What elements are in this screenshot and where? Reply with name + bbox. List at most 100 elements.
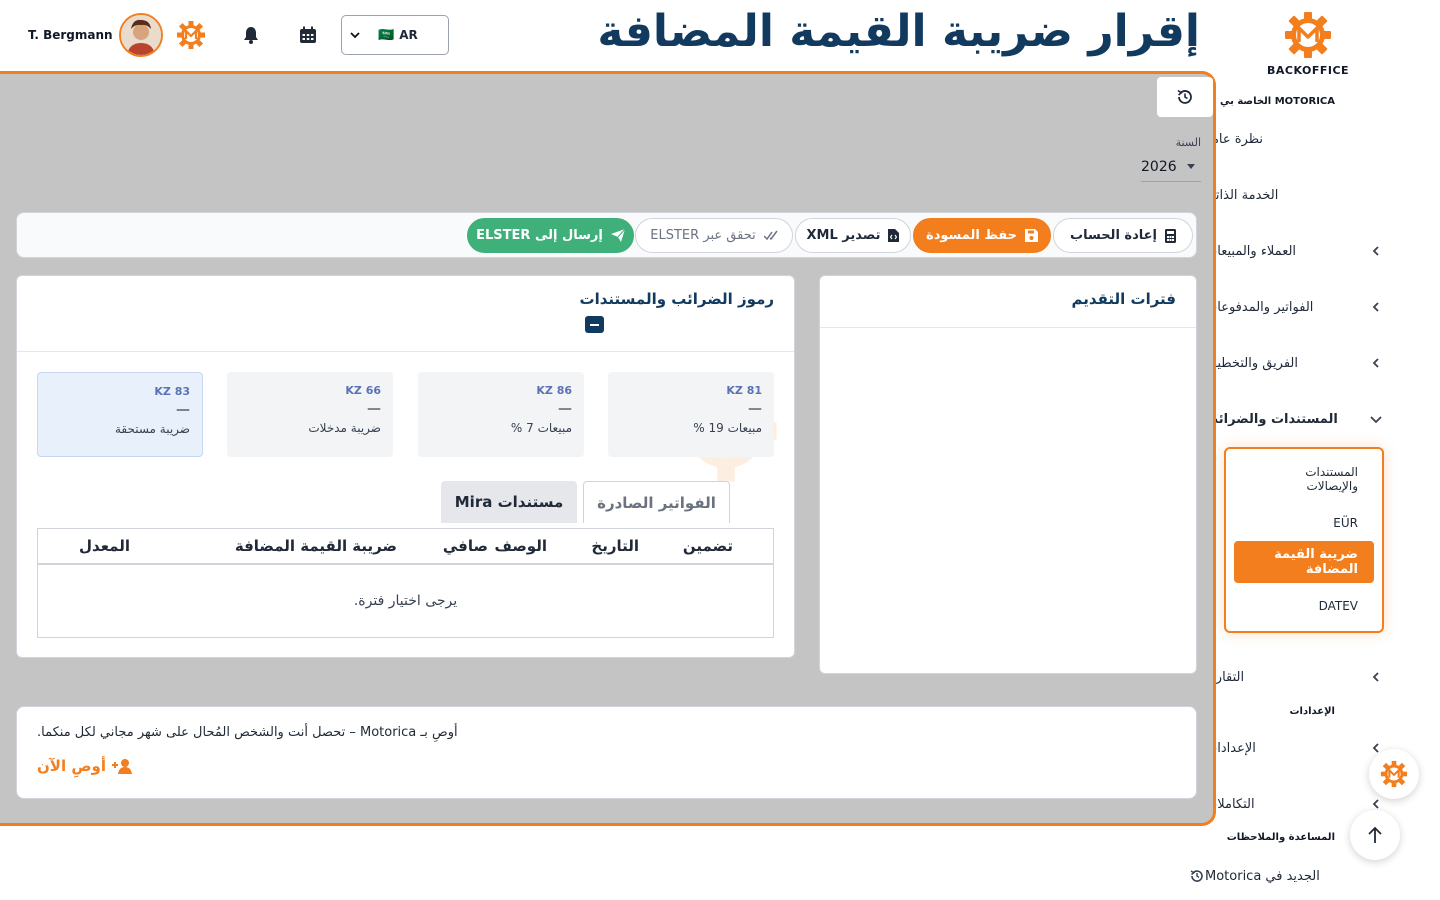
bell-icon[interactable] [234,18,268,52]
kz-description: مبيعات 7 % [510,421,572,435]
history-icon [1177,89,1192,104]
kz-code: KZ 86 [536,384,572,397]
column-rate[interactable]: المعدل [79,537,130,555]
sidebar-heading-mine: MOTORICA الخاصة بي [1220,96,1335,107]
kz-value: — [176,402,190,418]
tab-issued-invoices[interactable]: الفواتير الصادرة [583,481,730,523]
file-code-icon [888,229,900,242]
user-menu[interactable]: T. Bergmann [20,12,163,58]
save-icon [1024,229,1038,242]
submenu-item-eur[interactable]: EÜR [1333,516,1358,530]
action-toolbar: إعادة الحساب حفظ المسودة تصدير XML تحقق … [16,212,1197,258]
calculator-icon [1165,228,1176,243]
kz-card-81[interactable]: KZ 81 — مبيعات 19 % [608,372,774,457]
kz-card-66[interactable]: KZ 66 — ضريبة مدخلات [227,372,393,457]
language-select[interactable]: 🇸🇦 AR [341,15,449,55]
kz-code: KZ 83 [154,385,190,398]
sidebar-item-label: الخدمة الذاتية [1205,187,1279,203]
column-net[interactable]: صافي [443,537,488,555]
double-check-icon [763,230,778,241]
caret-down-icon [1187,164,1195,169]
sidebar-heading-settings: الإعدادات [1289,706,1335,717]
filing-periods-card: فترات التقديم [819,275,1197,674]
chevron-down-icon[interactable] [1368,411,1384,427]
documents-table: تضمين التاريخ الوصف صافي ضريبة القيمة ال… [37,528,774,638]
validate-elster-label: تحقق عبر ELSTER [650,228,756,243]
documents-taxes-submenu: المستندات والإيصالات EÜR ضريبة القيمة ال… [1224,447,1384,633]
tab-mira-documents[interactable]: مستندات Mira [441,481,577,523]
history-icon [1189,868,1205,884]
column-include[interactable]: تضمين [683,537,733,555]
year-value: 2026 [1141,159,1201,182]
sidebar-item-label: الفواتير والمدفوعات [1205,299,1314,315]
year-select[interactable]: السنة 2026 [1141,136,1201,182]
paper-plane-icon [610,229,625,242]
referral-text: أوصِ بـ Motorica – تحصل أنت والشخص المُح… [37,725,458,740]
chevron-left-icon[interactable] [1368,243,1384,259]
minus-icon [590,323,599,326]
chevron-left-icon[interactable] [1368,355,1384,371]
avatar [118,13,163,57]
save-draft-label: حفظ المسودة [926,228,1017,243]
sidebar-heading-help: المساعدة والملاحظات [1226,832,1335,843]
chevron-left-icon[interactable] [1368,669,1384,685]
assistant-button[interactable] [1369,749,1419,799]
kz-card-83[interactable]: KZ 83 — ضريبة مستحقة [37,372,203,457]
recalculate-label: إعادة الحساب [1070,228,1157,243]
send-elster-button[interactable]: إرسال إلى ELSTER [467,218,634,253]
sidebar-item-label: العملاء والمبيعات [1205,243,1297,259]
sidebar-item-whats-new[interactable]: الجديد في Motorica [1185,861,1325,891]
send-elster-label: إرسال إلى ELSTER [476,228,603,243]
language-code: AR [399,28,418,42]
calendar-icon[interactable] [291,18,325,52]
kz-description: ضريبة مدخلات [308,421,381,435]
sidebar-item-label: الجديد في Motorica [1205,868,1320,884]
tax-codes-title: رموز الضرائب والمستندات [579,290,775,308]
tax-codes-card: رموز الضرائب والمستندات KZ 81 — مبيعات 1… [16,275,795,658]
chevron-down-icon [350,32,360,39]
empty-state-message: يرجى اختيار فترة. [353,593,458,609]
user-name: T. Bergmann [28,28,113,42]
kz-description: مبيعات 19 % [693,421,762,435]
year-label: السنة [1175,136,1201,149]
save-draft-button[interactable]: حفظ المسودة [913,218,1051,253]
history-button[interactable] [1157,77,1213,117]
submenu-item-vat[interactable]: ضريبة القيمة المضافة [1234,541,1374,583]
table-header: تضمين التاريخ الوصف صافي ضريبة القيمة ال… [38,529,773,565]
column-vat[interactable]: ضريبة القيمة المضافة [235,537,397,555]
refer-now-label: أوصِ الآن [37,757,106,775]
kz-value: — [748,401,762,417]
motorica-gear-icon[interactable] [174,18,208,52]
arrow-up-icon [1368,826,1382,843]
recalculate-button[interactable]: إعادة الحساب [1053,218,1193,253]
chevron-left-icon[interactable] [1368,299,1384,315]
motorica-gear-icon [1380,760,1408,788]
kz-value: — [558,401,572,417]
export-xml-button[interactable]: تصدير XML [795,218,911,253]
brand[interactable]: BACKOFFICE [1262,10,1354,77]
validate-elster-button[interactable]: تحقق عبر ELSTER [635,218,793,253]
motorica-logo [1285,12,1331,58]
filing-periods-title: فترات التقديم [1071,290,1176,308]
collapse-button[interactable] [585,316,604,333]
kz-code: KZ 66 [345,384,381,397]
submenu-item-datev[interactable]: DATEV [1319,599,1358,613]
scroll-top-button[interactable] [1350,810,1400,860]
brand-name: BACKOFFICE [1266,64,1350,77]
kz-value: — [367,401,381,417]
export-xml-label: تصدير XML [806,228,881,243]
kz-card-86[interactable]: KZ 86 — مبيعات 7 % [418,372,584,457]
sidebar-item-label: الفريق والتخطيط [1205,355,1299,371]
kz-description: ضريبة مستحقة [114,422,190,436]
sidebar-item-label: المستندات والضرائب [1205,411,1338,427]
language-flag: 🇸🇦 [378,27,395,43]
refer-now-button[interactable]: أوصِ الآن [37,757,132,775]
kz-code: KZ 81 [726,384,762,397]
column-description[interactable]: الوصف [494,537,547,555]
page-title: إقرار ضريبة القيمة المضافة [597,6,1200,57]
submenu-item-documents-receipts[interactable]: المستندات والإيصالات [1258,465,1358,493]
column-date[interactable]: التاريخ [591,537,639,555]
user-plus-icon [111,759,132,774]
avatar-image [120,15,161,55]
referral-card: أوصِ بـ Motorica – تحصل أنت والشخص المُح… [16,706,1197,799]
